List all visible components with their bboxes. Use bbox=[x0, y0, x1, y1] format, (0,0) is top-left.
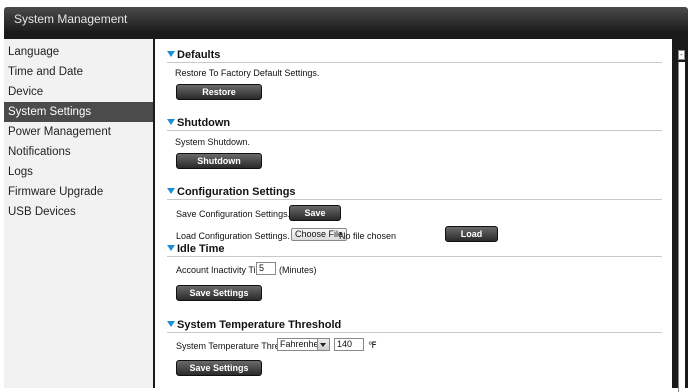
shutdown-description: System Shutdown. bbox=[175, 137, 251, 147]
shutdown-heading[interactable]: Shutdown bbox=[167, 116, 662, 131]
collapse-triangle-icon bbox=[167, 119, 175, 125]
temperature-threshold-input[interactable]: 140 bbox=[334, 338, 364, 351]
file-status-text: No file chosen bbox=[339, 231, 397, 241]
save-config-label: Save Configuration Settings. bbox=[176, 209, 291, 219]
temperature-unit: ℉ bbox=[368, 340, 377, 350]
configuration-heading[interactable]: Configuration Settings bbox=[167, 185, 662, 200]
titlebar-bar: System Management bbox=[4, 7, 688, 31]
defaults-section: Defaults bbox=[167, 48, 667, 63]
sidebar-item-firmware-upgrade[interactable]: Firmware Upgrade bbox=[4, 182, 153, 202]
save-config-button[interactable]: Save bbox=[289, 205, 341, 221]
sidebar-item-language[interactable]: Language bbox=[4, 42, 153, 62]
sidebar-item-power-management[interactable]: Power Management bbox=[4, 122, 153, 142]
load-config-button[interactable]: Load bbox=[445, 226, 498, 242]
sidebar-item-system-settings[interactable]: System Settings bbox=[4, 102, 153, 122]
defaults-title: Defaults bbox=[177, 49, 221, 61]
sidebar: Language Time and Date Device System Set… bbox=[4, 39, 155, 388]
sidebar-item-notifications[interactable]: Notifications bbox=[4, 142, 153, 162]
scroll-up-arrow-icon[interactable]: - bbox=[678, 50, 685, 60]
temperature-scale-select[interactable]: Fahrenheit bbox=[277, 338, 330, 351]
shutdown-title: Shutdown bbox=[177, 117, 231, 129]
inactivity-timer-unit: (Minutes) bbox=[279, 265, 317, 275]
collapse-triangle-icon bbox=[167, 188, 175, 194]
temperature-title: System Temperature Threshold bbox=[177, 319, 342, 331]
window-titlebar: System Management bbox=[0, 0, 692, 32]
idle-time-section: Idle Time bbox=[167, 242, 667, 257]
sidebar-item-device[interactable]: Device bbox=[4, 82, 153, 102]
configuration-section: Configuration Settings bbox=[167, 185, 667, 200]
defaults-heading[interactable]: Defaults bbox=[167, 48, 662, 63]
sidebar-item-logs[interactable]: Logs bbox=[4, 162, 153, 182]
idle-save-settings-button[interactable]: Save Settings bbox=[176, 285, 262, 301]
collapse-triangle-icon bbox=[167, 245, 175, 251]
load-config-label: Load Configuration Settings. bbox=[176, 231, 290, 241]
configuration-title: Configuration Settings bbox=[177, 186, 296, 198]
collapse-triangle-icon bbox=[167, 51, 175, 57]
chevron-down-icon bbox=[317, 339, 329, 350]
inactivity-timer-input[interactable]: 5 bbox=[256, 262, 276, 275]
shutdown-section: Shutdown bbox=[167, 116, 667, 131]
shutdown-button[interactable]: Shutdown bbox=[176, 153, 262, 169]
sidebar-item-time-and-date[interactable]: Time and Date bbox=[4, 62, 153, 82]
temperature-save-settings-button[interactable]: Save Settings bbox=[176, 360, 262, 376]
temperature-heading[interactable]: System Temperature Threshold bbox=[167, 318, 662, 333]
idle-time-heading[interactable]: Idle Time bbox=[167, 242, 662, 257]
restore-button[interactable]: Restore bbox=[176, 84, 262, 100]
main-content: Defaults Restore To Factory Default Sett… bbox=[155, 39, 672, 388]
window-title: System Management bbox=[14, 12, 128, 26]
sidebar-item-usb-devices[interactable]: USB Devices bbox=[4, 202, 153, 222]
defaults-description: Restore To Factory Default Settings. bbox=[175, 68, 320, 78]
collapse-triangle-icon bbox=[167, 321, 175, 327]
idle-time-title: Idle Time bbox=[177, 243, 225, 255]
temperature-section: System Temperature Threshold bbox=[167, 318, 667, 333]
scrollbar-thumb[interactable] bbox=[678, 62, 685, 392]
